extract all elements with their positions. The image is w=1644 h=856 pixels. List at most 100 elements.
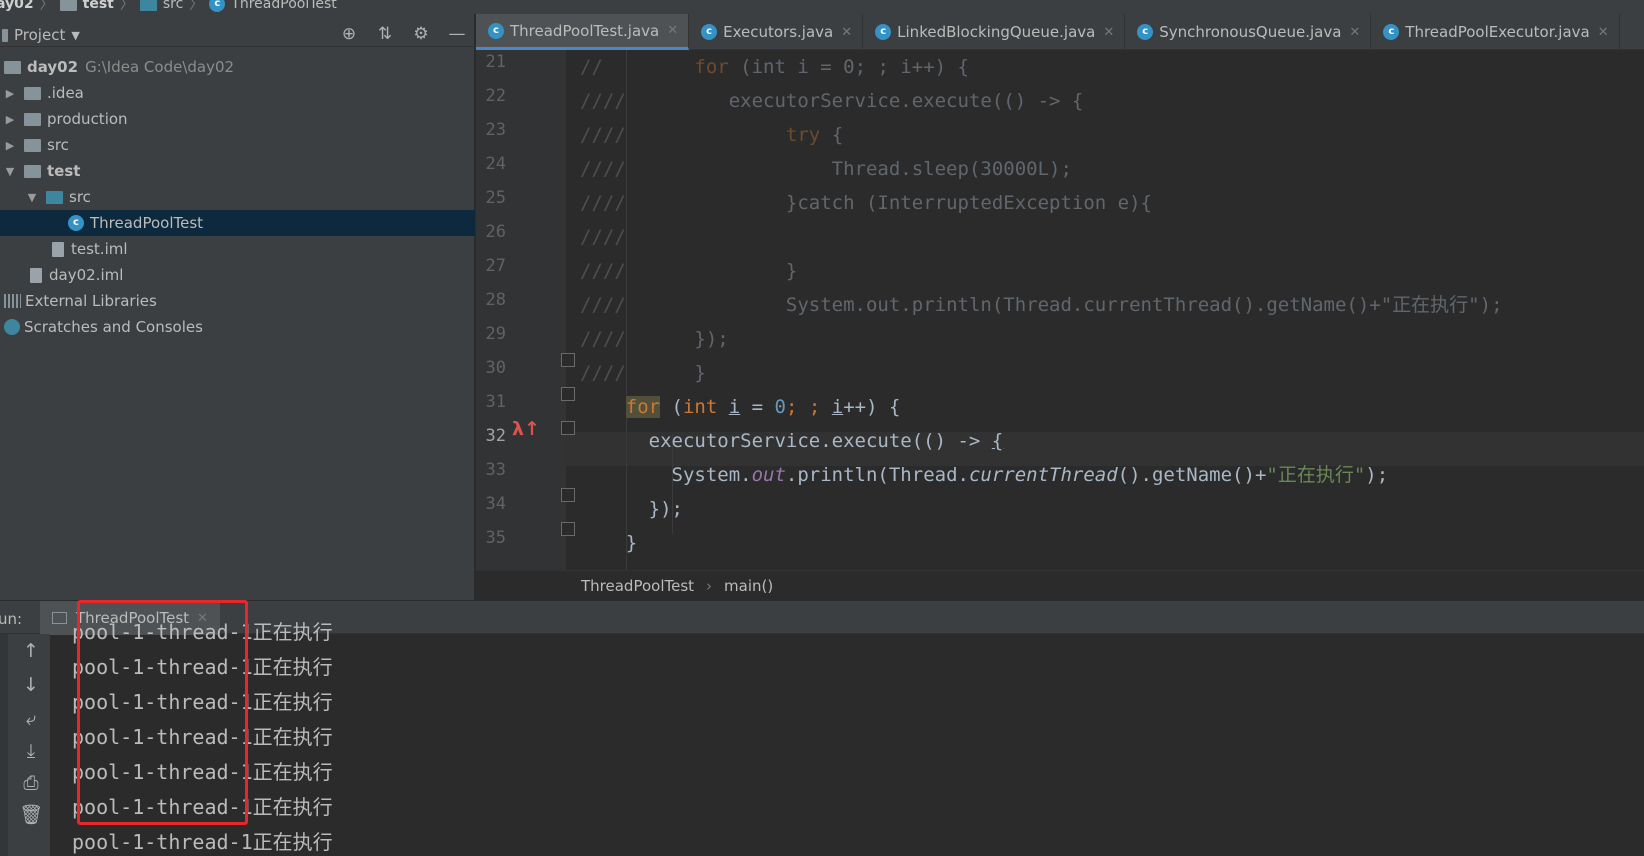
code-editor[interactable]: 21 22 23 24 25 26 27 28 29 30 31 32 33 3… [476,50,1644,570]
fold-marker-icon[interactable] [561,421,575,435]
locate-icon[interactable]: ⊕ [339,24,359,44]
iml-file-icon [52,241,64,257]
class-icon: c [68,215,84,231]
breadcrumb: ay02 〉 test 〉 src 〉 c ThreadPoolTest [0,0,337,14]
breadcrumb-method[interactable]: main() [724,577,773,595]
breadcrumb-item-src[interactable]: src [139,0,183,12]
iml-file-icon [30,267,42,283]
line-number: 27 [485,256,506,276]
close-icon[interactable]: ✕ [1598,25,1609,40]
soft-wrap-icon[interactable]: ⤶ [18,706,44,732]
tree-item-src[interactable]: ▶ src [0,132,475,158]
tree-item-label: production [47,110,128,128]
tree-item-test-src[interactable]: ▼ src [0,184,475,210]
tree-item-idea[interactable]: ▶ .idea [0,80,475,106]
scratches-icon [4,319,20,335]
line-number: 31 [485,392,506,412]
fold-marker-icon[interactable] [561,488,575,502]
line-number: 22 [485,86,506,106]
close-icon[interactable]: ✕ [1103,25,1114,40]
tab-threadpoolexecutor[interactable]: c ThreadPoolExecutor.java ✕ [1371,14,1620,50]
console-line: pool-1-thread-1正在执行 [72,795,333,819]
chevron-right-icon[interactable]: ▶ [2,113,18,126]
line-number-current: 32 [485,426,506,446]
breadcrumb-separator: 〉 [119,0,134,13]
editor-gutter: 21 22 23 24 25 26 27 28 29 30 31 32 33 3… [476,50,575,570]
code-line-23: //// try { [580,124,844,146]
class-icon: c [1137,24,1154,40]
code-line-32: executorService.execute(() -> { [648,430,1004,452]
tree-item-test-iml[interactable]: test.iml [0,236,475,262]
print-icon[interactable]: ⎙ [18,770,44,796]
class-icon: c [875,24,892,40]
code-line-27: //// } [580,260,798,282]
chevron-down-icon: ▼ [71,28,80,42]
navigation-bar: ay02 〉 test 〉 src 〉 c ThreadPoolTest [0,0,1644,14]
line-number: 25 [485,188,506,208]
tree-item-scratches[interactable]: Scratches and Consoles [0,314,475,340]
tree-item-production[interactable]: ▶ production [0,106,475,132]
trash-icon[interactable]: 🗑 [18,802,44,828]
tab-executors[interactable]: c Executors.java ✕ [689,14,864,50]
editor-breadcrumb: ThreadPoolTest › main() [476,570,1644,600]
console-icon [52,612,67,624]
chevron-down-icon[interactable]: ▼ [2,165,18,178]
down-arrow-icon[interactable]: ↓ [18,672,44,698]
project-view-selector[interactable]: Project ▼ [2,26,80,44]
console-line: pool-1-thread-1正在执行 [72,830,333,854]
chevron-right-icon[interactable]: ▶ [2,139,18,152]
code-line-29: //// }); [580,328,729,350]
class-icon: c [209,0,226,12]
tab-synchronousqueue[interactable]: c SynchronousQueue.java ✕ [1125,14,1372,50]
close-icon[interactable]: ✕ [667,23,678,38]
console-line: pool-1-thread-1正在执行 [72,690,333,714]
tree-item-label: Scratches and Consoles [24,318,203,336]
tree-item-label: src [47,136,69,154]
breadcrumb-class[interactable]: ThreadPoolTest [581,577,694,595]
code-line-31: for (int i = 0; ; i++) { [625,396,901,418]
breadcrumb-separator: › [706,576,713,595]
tree-item-day02-iml[interactable]: day02.iml [0,262,475,288]
fold-marker-icon[interactable] [561,353,575,367]
line-number: 35 [485,528,506,548]
run-panel-label: un: [0,610,23,628]
tree-item-day02[interactable]: day02 G:\Idea Code\day02 [0,54,475,80]
folder-icon [139,0,157,11]
run-toolbar: ↑ ↓ ⤶ ⤓ ⎙ 🗑 [0,634,50,856]
line-number: 33 [485,460,506,480]
gear-icon[interactable]: ⚙ [411,24,431,44]
code-line-22: //// executorService.execute(() -> { [580,90,1084,112]
breadcrumb-item-test[interactable]: test [59,0,114,12]
collapse-icon[interactable]: ⇅ [375,24,395,44]
chevron-down-icon[interactable]: ▼ [24,191,40,204]
code-line-35: } [625,532,638,554]
line-number: 30 [485,358,506,378]
up-arrow-icon[interactable]: ↑ [18,638,44,664]
tab-threadpooltest[interactable]: c ThreadPoolTest.java ✕ [476,14,690,50]
breadcrumb-item-project[interactable]: ay02 [0,0,34,12]
tree-item-label: day02.iml [49,266,124,284]
fold-marker-icon[interactable] [561,522,575,536]
tab-linkedblockingqueue[interactable]: c LinkedBlockingQueue.java ✕ [863,14,1126,50]
tree-item-test[interactable]: ▼ test [0,158,475,184]
tree-item-label: test [47,162,81,180]
breadcrumb-item-class[interactable]: c ThreadPoolTest [209,0,337,12]
code-line-21: // for (int i = 0; ; i++) { [580,56,969,78]
tree-item-external-libraries[interactable]: External Libraries [0,288,475,314]
close-icon[interactable]: ✕ [841,25,852,40]
fold-marker-icon[interactable] [561,387,575,401]
line-number: 34 [485,494,506,514]
tree-item-label: src [69,188,91,206]
class-icon: c [701,24,718,40]
project-tree: day02 G:\Idea Code\day02 ▶ .idea ▶ produ… [0,54,475,340]
minimize-icon[interactable]: — [447,24,467,44]
tree-item-label: .idea [47,84,84,102]
console-output[interactable]: pool-1-thread-1正在执行 pool-1-thread-1正在执行 … [72,620,1632,856]
scroll-to-end-icon[interactable]: ⤓ [18,738,44,764]
chevron-right-icon[interactable]: ▶ [2,87,18,100]
line-number: 24 [485,154,506,174]
tab-label: Executors.java [723,23,834,41]
close-icon[interactable]: ✕ [1349,25,1360,40]
lambda-breakpoint-icon[interactable]: λ↑ [512,418,540,440]
tree-item-threadpooltest[interactable]: c ThreadPoolTest [0,210,475,236]
